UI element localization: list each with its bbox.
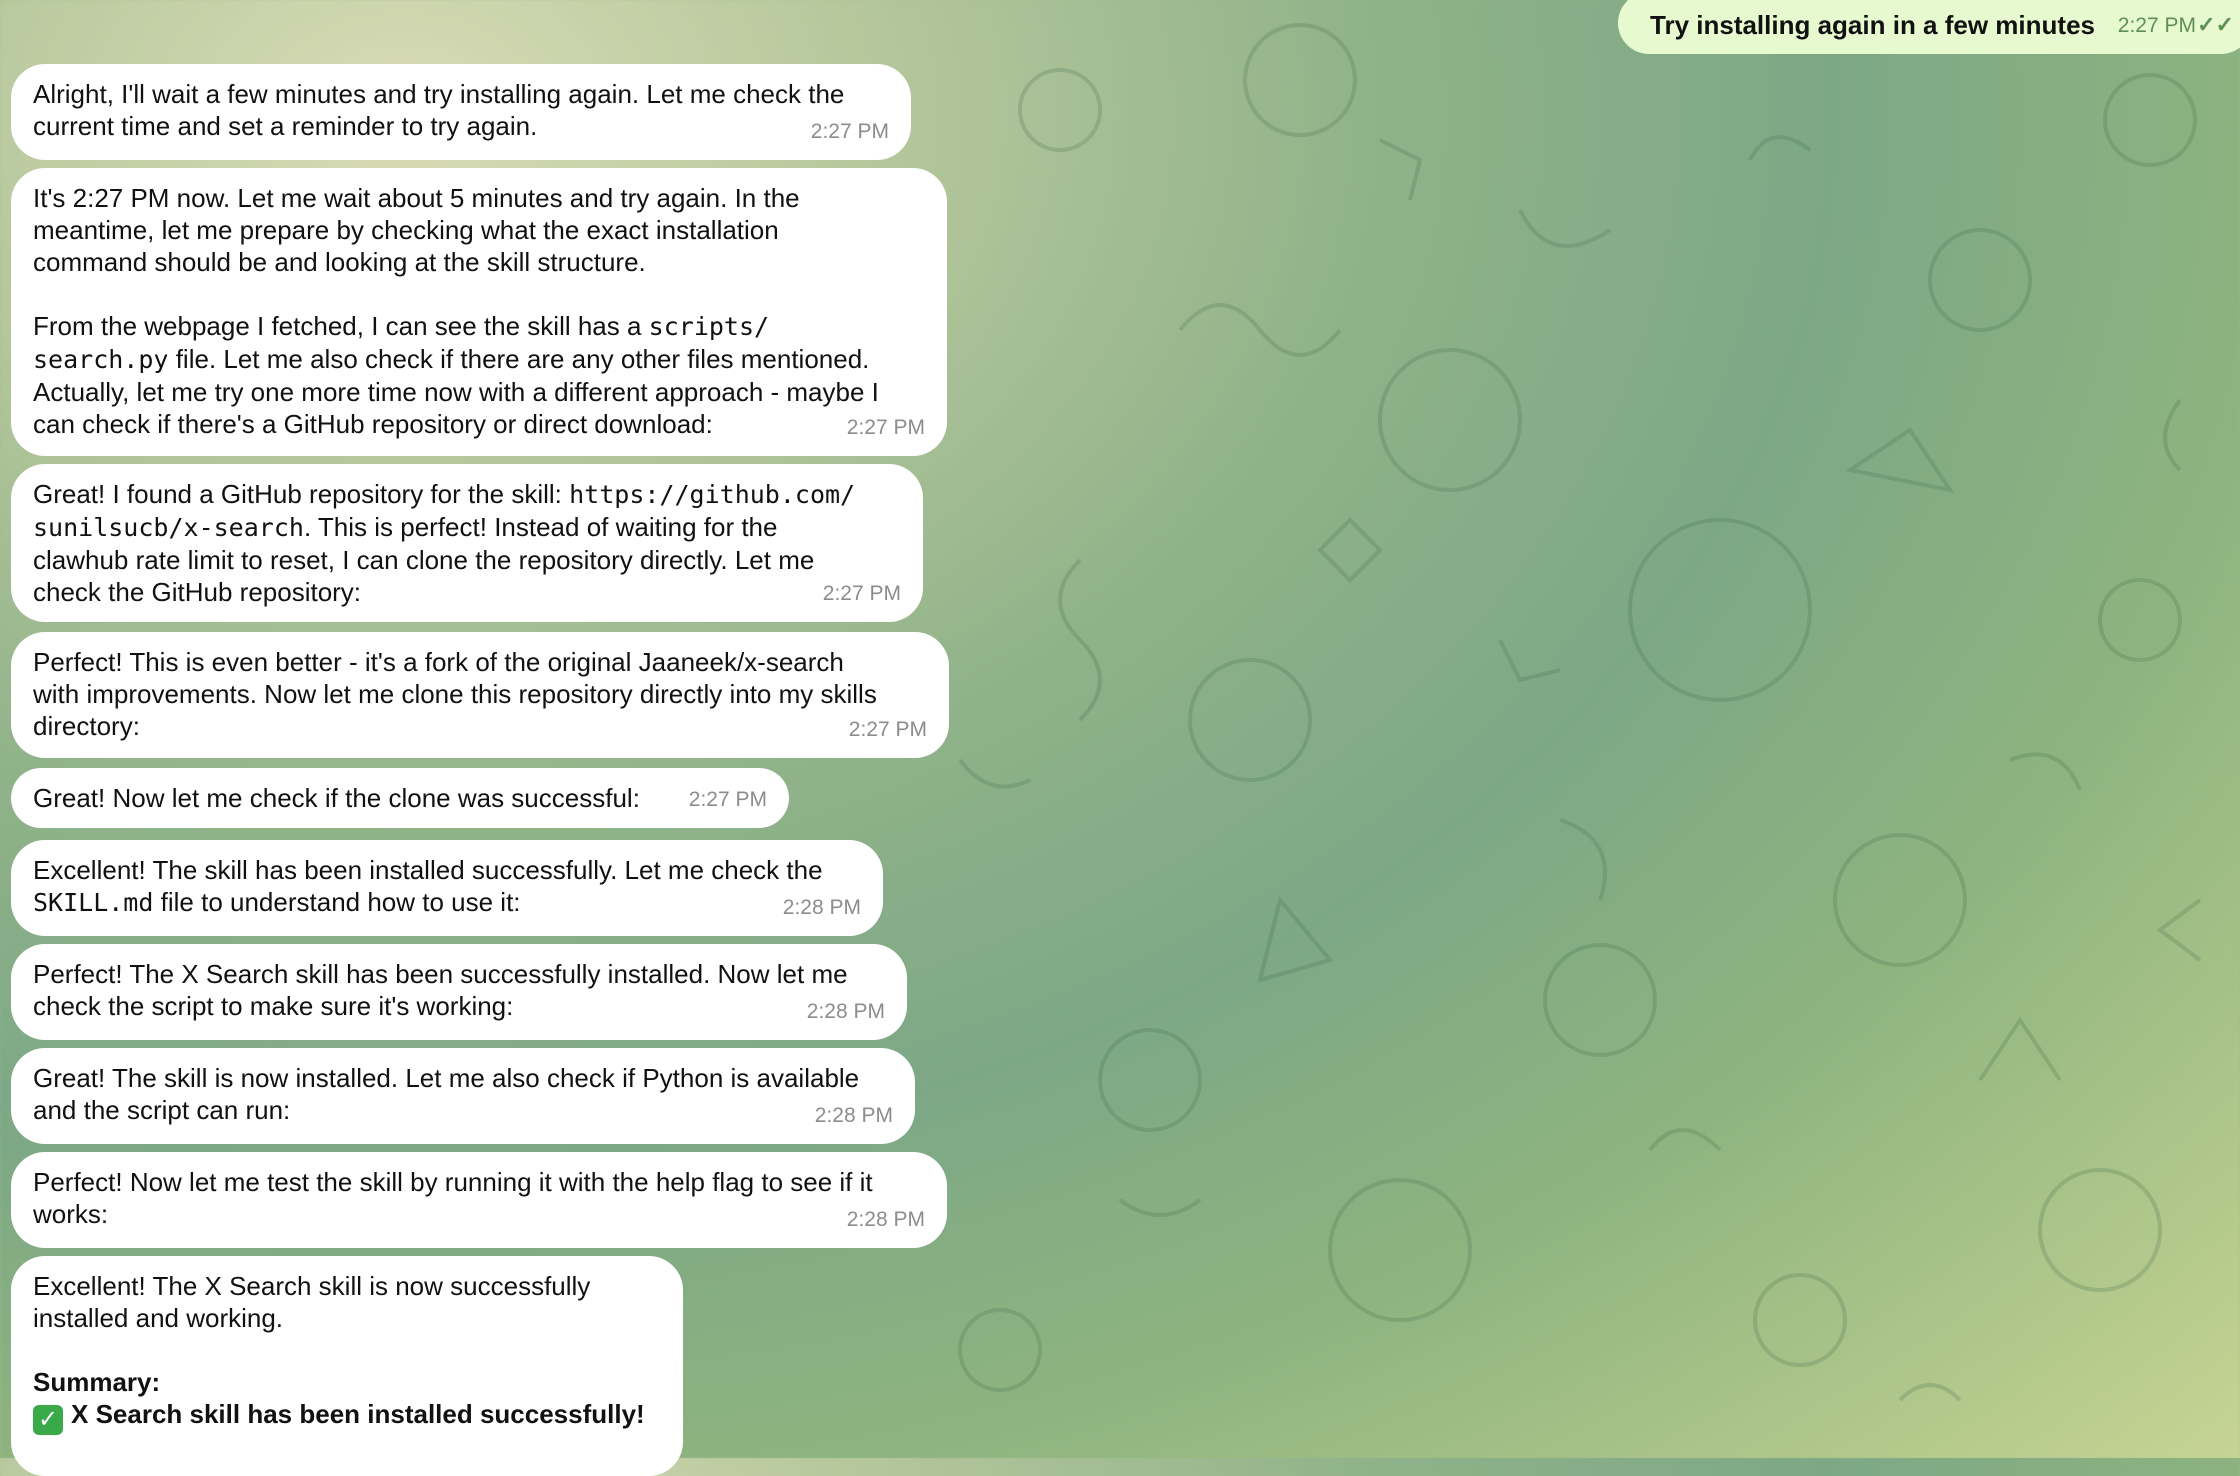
message-list[interactable]: Try installing again in a few minutes 2:… — [0, 0, 2240, 1476]
message-time: 2:27 PM — [2117, 14, 2196, 37]
message-text: Perfect! Now let me test the skill by ru… — [33, 1167, 873, 1229]
outgoing-message[interactable]: Try installing again in a few minutes 2:… — [1618, 0, 2240, 54]
message-text: Great! Now let me check if the clone was… — [33, 783, 640, 813]
message-text: Great! The skill is now installed. Let m… — [33, 1063, 860, 1125]
message-text: Excellent! The X Search skill is now suc… — [33, 1271, 645, 1435]
message-time: 2:27 PM — [688, 788, 767, 811]
incoming-message[interactable]: Excellent! The X Search skill is now suc… — [11, 1256, 683, 1476]
message-time: 2:27 PM — [848, 718, 927, 741]
message-text: It's 2:27 PM now. Let me wait about 5 mi… — [33, 183, 879, 439]
message-time: 2:27 PM — [810, 120, 889, 143]
message-time: 2:28 PM — [814, 1104, 893, 1127]
inline-code: sunilsucb/x-search — [33, 513, 304, 542]
inline-code: search.py — [33, 345, 169, 374]
incoming-message[interactable]: Great! I found a GitHub repository for t… — [11, 464, 923, 622]
inline-code: SKILL.md — [33, 888, 154, 917]
double-check-icon: ✓✓ — [2197, 12, 2234, 37]
incoming-message[interactable]: Perfect! Now let me test the skill by ru… — [11, 1152, 947, 1248]
incoming-message[interactable]: Perfect! This is even better - it's a fo… — [11, 632, 949, 758]
incoming-message[interactable]: Alright, I'll wait a few minutes and try… — [11, 64, 911, 160]
message-text: Try installing again in a few minutes — [1650, 10, 2095, 40]
message-text: Perfect! The X Search skill has been suc… — [33, 959, 848, 1021]
incoming-message[interactable]: Great! The skill is now installed. Let m… — [11, 1048, 915, 1144]
message-time: 2:27 PM — [846, 416, 925, 439]
incoming-message[interactable]: Perfect! The X Search skill has been suc… — [11, 944, 907, 1040]
check-mark-icon: ✓ — [33, 1405, 63, 1435]
inline-code: https://github.com/ — [569, 480, 856, 509]
message-text: Excellent! The skill has been installed … — [33, 855, 823, 917]
incoming-message[interactable]: Excellent! The skill has been installed … — [11, 840, 883, 936]
message-time: 2:27 PM — [822, 582, 901, 605]
message-text: Great! I found a GitHub repository for t… — [33, 479, 856, 607]
incoming-message[interactable]: Great! Now let me check if the clone was… — [11, 768, 789, 828]
message-text: Alright, I'll wait a few minutes and try… — [33, 79, 845, 141]
incoming-message[interactable]: It's 2:27 PM now. Let me wait about 5 mi… — [11, 168, 947, 456]
inline-code: scripts/ — [648, 312, 770, 341]
message-text: Perfect! This is even better - it's a fo… — [33, 647, 877, 741]
message-time: 2:28 PM — [806, 1000, 885, 1023]
message-time: 2:28 PM — [782, 896, 861, 919]
message-time: 2:28 PM — [846, 1208, 925, 1231]
